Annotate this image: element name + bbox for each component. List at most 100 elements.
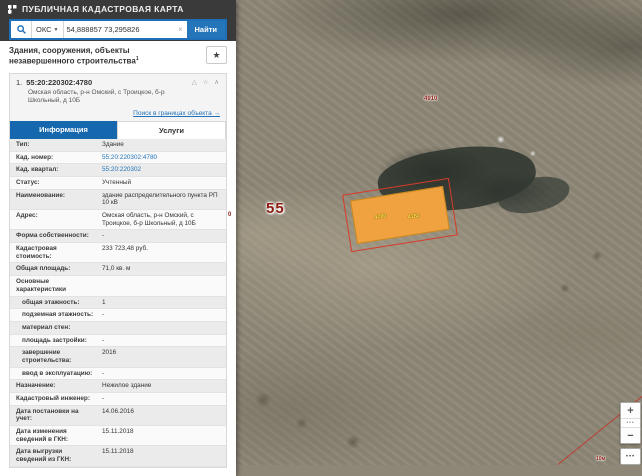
row-label: Кад. номер: — [10, 151, 98, 164]
panel-title: Здания, сооружения, объекты незавершенно… — [9, 46, 187, 67]
search-bar: ОКС ▼ × Найти — [9, 19, 227, 40]
table-row: Статус:Учтенный — [10, 176, 226, 189]
zoom-in-button[interactable]: + — [621, 403, 640, 418]
selected-parcel-outline[interactable]: 4780 4782 — [342, 178, 458, 252]
table-row: материал стен: — [10, 321, 226, 334]
clear-search-icon[interactable]: × — [175, 21, 187, 38]
boundary-distance-label: 10м — [596, 456, 605, 462]
row-label: Дата выгрузки сведений из ГКН: — [10, 446, 98, 466]
table-row: Основные характеристики — [10, 276, 226, 296]
building-number-label: 4782 — [407, 213, 420, 221]
row-label: Назначение: — [10, 380, 98, 393]
row-label: Кад. квартал: — [10, 164, 98, 177]
panel-title-row: Здания, сооружения, объекты незавершенно… — [0, 41, 236, 71]
table-row: Кад. квартал: 55:20:220302 — [10, 164, 226, 177]
row-label: Статус: — [10, 176, 98, 189]
row-value: - — [98, 334, 226, 347]
table-row: Общая площадь:71,0 кв. м — [10, 263, 226, 276]
map-tools-button[interactable]: ••• — [620, 448, 641, 465]
result-address: Омская область, р-н Омский, с Троицкое, … — [28, 89, 178, 105]
cadastral-link[interactable]: 55:20:220302:4780 — [102, 154, 157, 161]
row-label: Кадастровая стоимость: — [10, 243, 98, 263]
building-number-label: 4780 — [374, 213, 387, 221]
row-value[interactable]: 55:20:220302:4780 — [98, 151, 226, 164]
edge-parcel-label: 0 — [228, 212, 231, 218]
result-card: 1. 55:20:220302:4780 △ ☆ ∧ Омская област… — [9, 73, 227, 468]
result-cadastral-number: 55:20:220302:4780 — [26, 78, 92, 87]
row-value: 1 — [98, 296, 226, 309]
result-action-icons[interactable]: △ ☆ ∧ — [192, 78, 221, 86]
row-value — [98, 276, 226, 296]
search-category-dropdown[interactable]: ОКС ▼ — [31, 21, 64, 38]
zoom-control[interactable]: + ••• − — [620, 402, 641, 444]
table-row: Адрес:Омская область, р-н Омский, с Трои… — [10, 210, 226, 230]
info-table-body: Тип:ЗданиеКад. номер:55:20:220302:4780Ка… — [10, 139, 226, 466]
title-footnote: 1 — [136, 56, 139, 62]
result-header[interactable]: 1. 55:20:220302:4780 △ ☆ ∧ Омская област… — [10, 74, 226, 107]
table-row: ввод в эксплуатацию:- — [10, 367, 226, 380]
row-value: Омская область, р-н Омский, с Троицкое, … — [98, 210, 226, 230]
table-row: Назначение:Нежилое здание — [10, 380, 226, 393]
tabs: Информация Услуги — [10, 121, 226, 139]
row-label: Наименование: — [10, 189, 98, 209]
search-in-bounds-link[interactable]: Поиск в границах объекта → — [10, 107, 226, 121]
row-label: завершение строительства: — [10, 347, 98, 367]
zoom-slider-handle[interactable]: ••• — [621, 418, 640, 428]
table-row: Форма собственности:- — [10, 230, 226, 243]
row-label: подземная этажность: — [10, 309, 98, 322]
selected-building-polygon[interactable]: 4780 4782 — [350, 186, 450, 244]
row-value: - — [98, 367, 226, 380]
find-button[interactable]: Найти — [187, 21, 225, 38]
tab-information[interactable]: Информация — [10, 121, 117, 139]
table-row: Наименование:здание распределительного п… — [10, 189, 226, 209]
cadastral-quarter-label: 55 — [266, 200, 285, 217]
search-icon[interactable] — [11, 21, 31, 38]
row-value: Нежилое здание — [98, 380, 226, 393]
row-label: Дата постановки на учет: — [10, 405, 98, 425]
row-value[interactable]: 55:20:220302 — [98, 164, 226, 177]
info-panel: ПУБЛИЧНАЯ КАДАСТРОВАЯ КАРТА ОКС ▼ × Найт… — [0, 0, 236, 476]
table-row: Тип:Здание — [10, 139, 226, 151]
table-row: подземная этажность:- — [10, 309, 226, 322]
table-row: Дата изменения сведений в ГКН:15.11.2018 — [10, 426, 226, 446]
row-label: Тип: — [10, 139, 98, 151]
row-value: здание распределительного пункта РП 10 к… — [98, 189, 226, 209]
row-value: 14.06.2016 — [98, 405, 226, 425]
table-row: Дата постановки на учет:14.06.2016 — [10, 405, 226, 425]
row-label: Основные характеристики — [10, 276, 98, 296]
row-label: площадь застройки: — [10, 334, 98, 347]
tab-services[interactable]: Услуги — [117, 121, 226, 139]
table-row: Кадастровый инженер:- — [10, 393, 226, 406]
row-label: общая этажность: — [10, 296, 98, 309]
row-value: 15.11.2018 — [98, 426, 226, 446]
brand[interactable]: ПУБЛИЧНАЯ КАДАСТРОВАЯ КАРТА — [0, 0, 236, 14]
row-value: - — [98, 393, 226, 406]
row-value — [98, 321, 226, 334]
row-label: ввод в эксплуатацию: — [10, 367, 98, 380]
row-value: 15.11.2018 — [98, 446, 226, 466]
panel-header: ПУБЛИЧНАЯ КАДАСТРОВАЯ КАРТА ОКС ▼ × Найт… — [0, 0, 236, 41]
zoom-out-button[interactable]: − — [621, 428, 640, 443]
row-value: 233 723,48 руб. — [98, 243, 226, 263]
app-title: ПУБЛИЧНАЯ КАДАСТРОВАЯ КАРТА — [22, 4, 184, 14]
row-value: 71,0 кв. м — [98, 263, 226, 276]
table-row: Кад. номер: 55:20:220302:4780 — [10, 151, 226, 164]
row-label: Форма собственности: — [10, 230, 98, 243]
info-table: Тип:ЗданиеКад. номер:55:20:220302:4780Ка… — [10, 139, 226, 467]
favorite-star-button[interactable]: ★ — [206, 46, 227, 64]
row-value: Учтенный — [98, 176, 226, 189]
row-value: - — [98, 309, 226, 322]
result-index: 1. — [16, 78, 22, 87]
row-label: материал стен: — [10, 321, 98, 334]
table-row: общая этажность:1 — [10, 296, 226, 309]
row-label: Кадастровый инженер: — [10, 393, 98, 406]
row-label: Общая площадь: — [10, 263, 98, 276]
cadastral-link[interactable]: 55:20:220302 — [102, 166, 141, 173]
table-row: Дата выгрузки сведений из ГКН:15.11.2018 — [10, 446, 226, 466]
row-value: 2016 — [98, 347, 226, 367]
row-value: Здание — [98, 139, 226, 151]
parcel-number-label: 4910 — [424, 96, 437, 102]
chevron-down-icon: ▼ — [54, 27, 59, 33]
search-input[interactable] — [64, 21, 175, 38]
row-value: - — [98, 230, 226, 243]
